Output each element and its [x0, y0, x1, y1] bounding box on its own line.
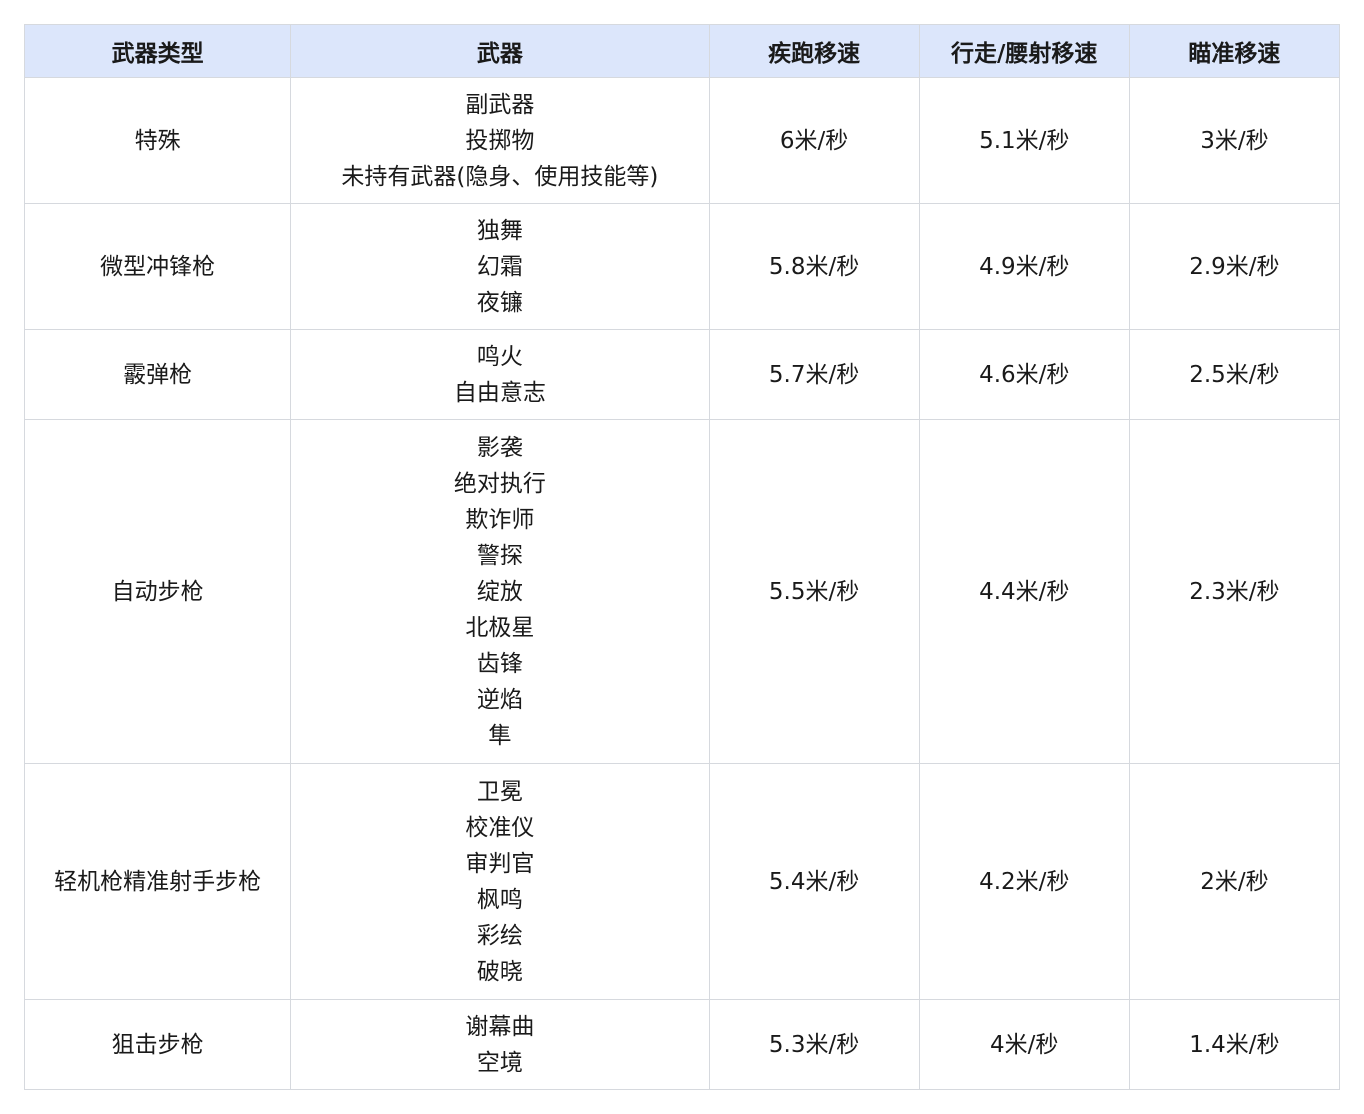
- walk-speed-cell: 4米/秒: [918, 999, 1130, 1090]
- weapons-cell: 独舞 幻霜 夜镰: [290, 203, 710, 330]
- aim-speed-cell: 3米/秒: [1128, 77, 1341, 204]
- table-row: 自动步枪 影袭 绝对执行 欺诈师 警探 绽放 北极星 齿锋 逆焰隼 5.5米/秒 4.4米/秒 2.3…: [23, 419, 1341, 764]
- table-body: 特殊 副武器 投掷物 未持有武器(隐身、使用技能等) 6米/秒 5.1米/秒 3米/秒 微型冲…: [23, 77, 1341, 1090]
- aim-speed-cell: 2米/秒: [1128, 763, 1341, 1000]
- weapon-name: 绽放: [476, 578, 523, 605]
- weapon-name: 投掷物: [465, 127, 535, 154]
- weapon-name: 欺诈师: [465, 506, 535, 533]
- walk-speed-cell: 4.4米/秒: [918, 419, 1130, 764]
- weapon-type-cell: 狙击步枪: [23, 999, 292, 1090]
- weapon-type-cell: 微型冲锋枪: [23, 203, 292, 330]
- weapons-cell: 卫冕校准仪审判官枫鸣彩绘破晓: [290, 763, 710, 1000]
- table-header: 武器类型 武器 疾跑移速 行走/腰射移速 瞄准移速: [23, 24, 1341, 78]
- weapon-name: 隼: [488, 722, 512, 749]
- header-weapon-type: 武器类型: [23, 24, 292, 78]
- header-aim-speed: 瞄准移速: [1128, 24, 1341, 78]
- weapon-name: 未持有武器(隐身、使用技能等): [341, 163, 659, 190]
- weapon-name: 谢幕曲: [465, 1013, 535, 1040]
- sprint-speed-cell: 5.4米/秒: [708, 763, 920, 1000]
- aim-speed-cell: 2.5米/秒: [1128, 329, 1341, 420]
- weapon-name: 自由意志: [453, 379, 546, 406]
- weapon-type-cell: 轻机枪精准射手步枪: [23, 763, 292, 1000]
- weapon-name: 北极星: [465, 614, 535, 641]
- weapon-type-cell: 霰弹枪: [23, 329, 292, 420]
- walk-speed-cell: 4.6米/秒: [918, 329, 1130, 420]
- header-walk-speed: 行走/腰射移速: [918, 24, 1130, 78]
- weapon-name: 幻霜: [476, 253, 523, 280]
- weapon-name: 校准仪: [465, 814, 535, 841]
- header-sprint-speed: 疾跑移速: [708, 24, 920, 78]
- weapon-name: 齿锋: [476, 650, 523, 677]
- weapons-cell: 影袭绝对执行欺诈师警探绽放北极星齿锋逆焰隼: [290, 419, 710, 764]
- walk-speed-cell: 4.2米/秒: [918, 763, 1130, 1000]
- weapon-name: 夜镰: [476, 289, 523, 316]
- sprint-speed-cell: 5.7米/秒: [708, 329, 920, 420]
- weapon-name: 破晓: [476, 958, 523, 985]
- weapons-cell: 副武器投掷物未持有武器(隐身、使用技能等): [290, 77, 710, 204]
- table-row: 霰弹枪 鸣火 自由意志 5.7米/秒 4.6米/秒 2.5米/秒: [23, 329, 1341, 420]
- weapon-name: 绝对执行: [453, 470, 546, 497]
- weapon-name: 副武器: [465, 91, 535, 118]
- header-row: 武器类型 武器 疾跑移速 行走/腰射移速 瞄准移速: [23, 24, 1341, 78]
- table-row: 特殊 副武器 投掷物 未持有武器(隐身、使用技能等) 6米/秒 5.1米/秒 3米/秒: [23, 77, 1341, 204]
- walk-speed-cell: 4.9米/秒: [918, 203, 1130, 330]
- sprint-speed-cell: 5.5米/秒: [708, 419, 920, 764]
- sprint-speed-cell: 5.3米/秒: [708, 999, 920, 1090]
- aim-speed-cell: 2.3米/秒: [1128, 419, 1341, 764]
- table-row: 狙击步枪 谢幕曲 空境 5.3米/秒 4米/秒 1.4米/秒: [23, 999, 1341, 1090]
- weapon-name: 影袭: [476, 434, 523, 461]
- weapon-name: 鸣火: [476, 343, 523, 370]
- weapon-name: 卫冕: [476, 778, 523, 805]
- sprint-speed-cell: 6米/秒: [708, 77, 920, 204]
- weapon-name: 彩绘: [476, 922, 523, 949]
- weapon-name: 逆焰: [476, 686, 523, 713]
- weapon-name: 独舞: [476, 217, 523, 244]
- sprint-speed-cell: 5.8米/秒: [708, 203, 920, 330]
- weapon-type-cell: 自动步枪: [23, 419, 292, 764]
- weapon-name: 警探: [476, 542, 523, 569]
- table-row: 微型冲锋枪 独舞 幻霜 夜镰 5.8米/秒 4.9米/秒 2.9米/秒: [23, 203, 1341, 330]
- weapons-cell: 谢幕曲 空境: [290, 999, 710, 1090]
- weapon-name: 空境: [476, 1049, 523, 1076]
- weapon-speed-table: 武器类型 武器 疾跑移速 行走/腰射移速 瞄准移速 特殊 副武器 投掷物 未持有武器(…: [23, 24, 1341, 1090]
- weapon-type-cell: 特殊: [23, 77, 292, 204]
- weapons-cell: 鸣火 自由意志: [290, 329, 710, 420]
- aim-speed-cell: 2.9米/秒: [1128, 203, 1341, 330]
- walk-speed-cell: 5.1米/秒: [918, 77, 1130, 204]
- aim-speed-cell: 1.4米/秒: [1128, 999, 1341, 1090]
- weapon-name: 审判官: [465, 850, 535, 877]
- header-weapon: 武器: [290, 24, 710, 78]
- weapon-name: 枫鸣: [476, 886, 523, 913]
- table-row: 轻机枪精准射手步枪 卫冕 校准仪 审判官 枫鸣 彩绘 破晓 5.4米/秒 4.2米/秒 2米/秒: [23, 763, 1341, 1000]
